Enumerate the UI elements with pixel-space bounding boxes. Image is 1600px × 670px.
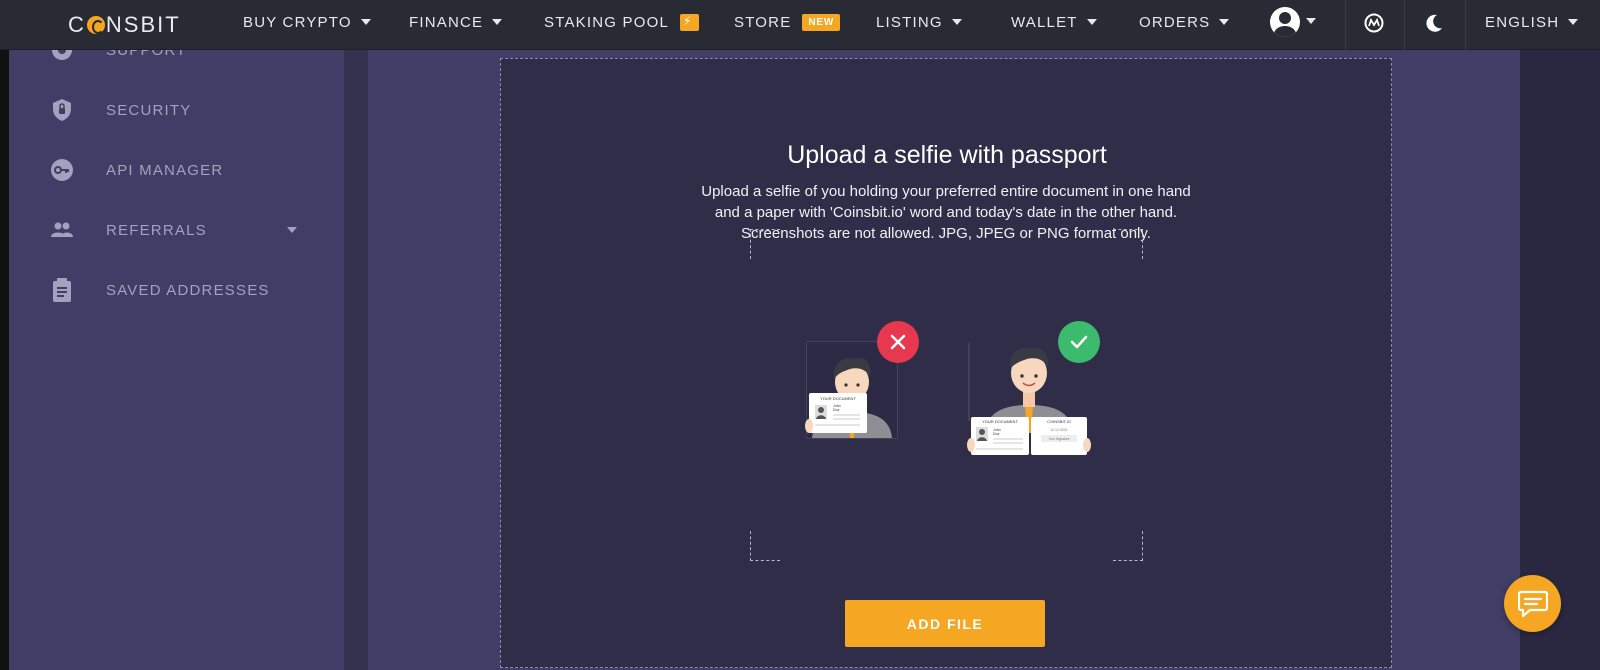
correct-example-illustration: YOUR DOCUMENT John Doe COINSBIT.IO 11.12… (967, 321, 1100, 455)
nav-finance[interactable]: FINANCE (409, 0, 503, 44)
example-frame: YOUR DOCUMENT John Doe YOUR DOCUMENT Joh… (750, 229, 1143, 561)
nav-store[interactable]: STORE NEW (734, 0, 841, 44)
sidebar-item-security[interactable]: SECURITY (48, 96, 308, 124)
new-badge: NEW (802, 13, 841, 31)
nav-listing-label: LISTING (876, 13, 943, 31)
wrong-example-illustration: YOUR DOCUMENT John Doe (805, 321, 919, 439)
people-icon (48, 218, 76, 242)
nav-buy-crypto[interactable]: BUY CRYPTO (243, 0, 371, 44)
selfie-upload-dropzone[interactable]: Upload a selfie with passport Upload a s… (500, 58, 1392, 668)
sidebar-item-label: SAVED ADDRESSES (106, 281, 270, 299)
document-label: YOUR DOCUMENT (820, 396, 856, 401)
upload-title: Upload a selfie with passport (787, 141, 1107, 169)
top-navbar: C NSBIT BUY CRYPTO FINANCE STAKING POOL S… (0, 0, 1600, 50)
chevron-down-icon (1219, 19, 1230, 25)
sidebar-item-label: API MANAGER (106, 161, 224, 179)
chevron-down-icon[interactable] (1306, 18, 1316, 24)
nav-listing[interactable]: LISTING (876, 0, 962, 44)
card-name-last: Doe (833, 408, 839, 412)
sidebar-item-label: SECURITY (106, 101, 192, 119)
coinmarketcap-icon[interactable] (1345, 0, 1403, 46)
language-selector[interactable]: ENGLISH (1485, 0, 1579, 44)
sidebar-gutter (344, 50, 368, 670)
chevron-down-icon (1086, 19, 1097, 25)
frame-corner (1113, 229, 1143, 259)
document-label: YOUR DOCUMENT (982, 419, 1018, 424)
nav-finance-label: FINANCE (409, 13, 484, 31)
nav-staking-pool[interactable]: STAKING POOL (544, 0, 699, 44)
frame-corner (1113, 531, 1143, 561)
chevron-down-icon (951, 19, 962, 25)
nav-wallet-label: WALLET (1011, 13, 1078, 31)
nav-buy-crypto-label: BUY CRYPTO (243, 13, 352, 31)
paper-label: COINSBIT.IO (1047, 419, 1071, 424)
sidebar-item-referrals[interactable]: REFERRALS (48, 216, 308, 244)
sidebar-item-label: REFERRALS (106, 221, 207, 239)
clipboard-icon (48, 278, 76, 302)
lightning-icon (679, 13, 699, 31)
sidebar (9, 50, 344, 670)
add-file-button[interactable]: ADD FILE (845, 600, 1045, 647)
coin-icon (86, 16, 105, 34)
card-name-last: Doe (993, 432, 999, 436)
chat-support-icon[interactable] (1504, 575, 1561, 632)
chevron-down-icon (492, 19, 503, 25)
key-icon (48, 158, 76, 182)
screen-edge (0, 0, 9, 670)
frame-corner (750, 229, 780, 259)
frame-corner (750, 531, 780, 561)
sidebar-item-api-manager[interactable]: API MANAGER (48, 156, 308, 184)
nav-orders-label: ORDERS (1139, 13, 1211, 31)
paper-signature: Your Signature (1049, 437, 1070, 441)
nav-divider (1465, 0, 1466, 50)
paper-date: 11.12.2021 (1050, 428, 1067, 432)
shield-icon (48, 98, 76, 122)
user-avatar-icon[interactable] (1270, 7, 1300, 37)
nav-staking-pool-label: STAKING POOL (544, 13, 669, 31)
chevron-down-icon (360, 19, 371, 25)
coinsbit-logo[interactable]: C NSBIT (68, 10, 181, 40)
language-label: ENGLISH (1485, 13, 1560, 31)
logo-text-start: C (68, 12, 86, 37)
nav-store-label: STORE (734, 13, 792, 31)
dark-mode-moon-icon[interactable] (1405, 0, 1463, 46)
chevron-down-icon (1568, 19, 1579, 25)
nav-orders[interactable]: ORDERS (1139, 0, 1230, 44)
nav-wallet[interactable]: WALLET (1011, 0, 1097, 44)
sidebar-item-saved-addresses[interactable]: SAVED ADDRESSES (48, 276, 308, 304)
chevron-down-icon[interactable] (287, 227, 297, 233)
logo-text-end: NSBIT (105, 12, 181, 37)
